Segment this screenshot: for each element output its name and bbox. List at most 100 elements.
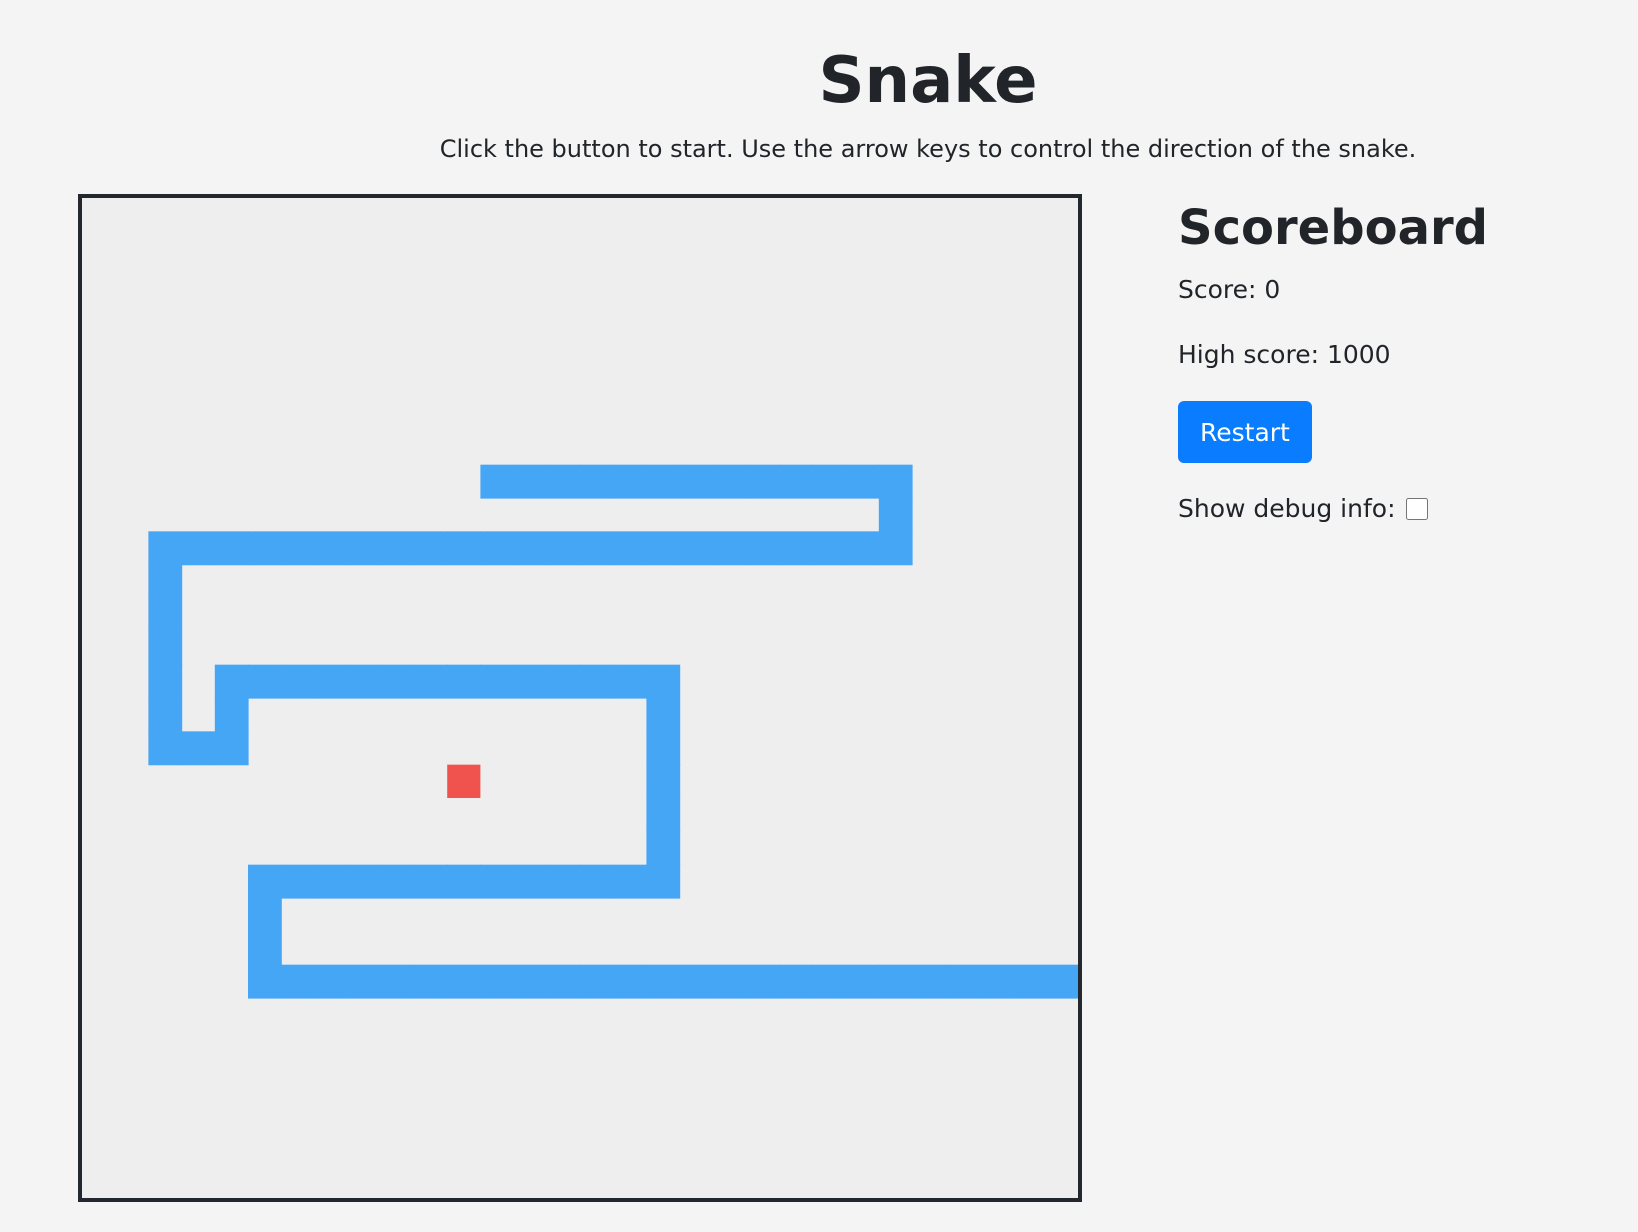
snake-segment	[480, 464, 515, 499]
snake-segment	[513, 964, 548, 999]
snake-segment	[546, 531, 581, 566]
snake-segment	[314, 664, 349, 699]
snake-segment	[679, 531, 714, 566]
snake-segment	[414, 964, 448, 999]
snake-head	[1044, 964, 1078, 999]
snake-segment	[546, 664, 581, 699]
snake-segment	[314, 864, 349, 899]
snake-segment	[148, 664, 183, 699]
snake-segment	[314, 964, 349, 999]
snake-segment	[613, 864, 647, 899]
snake-segment	[812, 964, 847, 999]
snake-segment	[746, 464, 780, 499]
snake-segment	[613, 531, 647, 566]
debug-label: Show debug info:	[1178, 494, 1396, 523]
snake-segment	[712, 964, 747, 999]
snake-segment	[347, 664, 382, 699]
snake-segment	[1011, 964, 1046, 999]
snake-segment	[679, 964, 714, 999]
snake-segment	[380, 964, 415, 999]
snake-segment	[912, 964, 946, 999]
snake-segment	[480, 531, 515, 566]
game-board[interactable]	[78, 194, 1082, 1202]
debug-checkbox[interactable]	[1405, 498, 1428, 520]
snake-segment	[845, 531, 880, 566]
game-canvas	[82, 198, 1078, 1198]
snake-segment	[447, 964, 481, 999]
snake-segment	[248, 531, 282, 566]
snake-segment	[281, 864, 315, 899]
snake-segment	[513, 664, 548, 699]
restart-button[interactable]: Restart	[1178, 401, 1312, 463]
score-text: Score: 0	[1178, 275, 1281, 304]
snake-segment	[812, 464, 847, 499]
snake-segment	[347, 531, 382, 566]
snake-segment	[546, 464, 581, 499]
snake-segment	[646, 964, 681, 999]
snake-segment	[580, 964, 614, 999]
snake-segment	[712, 464, 747, 499]
snake-segment	[480, 864, 515, 899]
snake-segment	[248, 664, 282, 699]
snake-segment	[646, 698, 681, 732]
snake-segment	[613, 464, 647, 499]
snake-segment	[214, 698, 249, 732]
snake-segment	[248, 964, 282, 999]
snake-segment	[878, 464, 913, 499]
snake-segment	[414, 664, 448, 699]
snake-segment	[646, 864, 681, 899]
snake-segment	[414, 531, 448, 566]
snake-segment	[580, 531, 614, 566]
snake-segment	[380, 664, 415, 699]
snake-segment	[380, 531, 415, 566]
snake-segment	[148, 598, 183, 632]
snake-segment	[779, 531, 813, 566]
snake-segment	[148, 631, 183, 666]
instructions-text: Click the button to start. Use the arrow…	[439, 135, 1417, 163]
snake-segment	[646, 764, 681, 799]
snake-segment	[546, 964, 581, 999]
snake-segment	[480, 964, 515, 999]
snake-segment	[613, 664, 647, 699]
snake-segment	[779, 464, 813, 499]
snake-segment	[812, 531, 847, 566]
debug-toggle-row: Show debug info:	[1178, 491, 1618, 527]
snake-segment	[347, 964, 382, 999]
high-score-text: High score: 1000	[1178, 340, 1391, 369]
snake-segment	[580, 864, 614, 899]
snake-segment	[646, 798, 681, 832]
snake-segment	[646, 664, 681, 699]
snake-segment	[845, 464, 880, 499]
snake-segment	[214, 664, 249, 699]
snake-segment	[945, 964, 979, 999]
snake-segment	[712, 531, 747, 566]
snake-segment	[380, 864, 415, 899]
snake-segment	[878, 964, 913, 999]
snake-segment	[181, 731, 216, 766]
snake-segment	[646, 531, 681, 566]
snake-segment	[281, 664, 315, 699]
snake-segment	[447, 531, 481, 566]
snake-segment	[414, 864, 448, 899]
snake-segment	[214, 731, 249, 766]
snake-segment	[447, 864, 481, 899]
snake-segment	[148, 531, 183, 566]
snake-segment	[646, 464, 681, 499]
snake-segment	[214, 531, 249, 566]
scoreboard-panel: Scoreboard Score: 0 High score: 1000 Res…	[1178, 196, 1618, 527]
page-title: Snake	[818, 44, 1038, 118]
snake-segment	[646, 831, 681, 866]
snake-segment	[347, 864, 382, 899]
snake-segment	[878, 498, 913, 532]
snake-segment	[248, 898, 282, 932]
snake-segment	[248, 931, 282, 966]
snake-segment	[746, 531, 780, 566]
snake-segment	[281, 964, 315, 999]
snake-segment	[513, 464, 548, 499]
snake-segment	[746, 964, 780, 999]
snake-segment	[779, 964, 813, 999]
snake-segment	[679, 464, 714, 499]
snake-segment	[580, 464, 614, 499]
snake-segment	[613, 964, 647, 999]
snake-segment	[978, 964, 1013, 999]
